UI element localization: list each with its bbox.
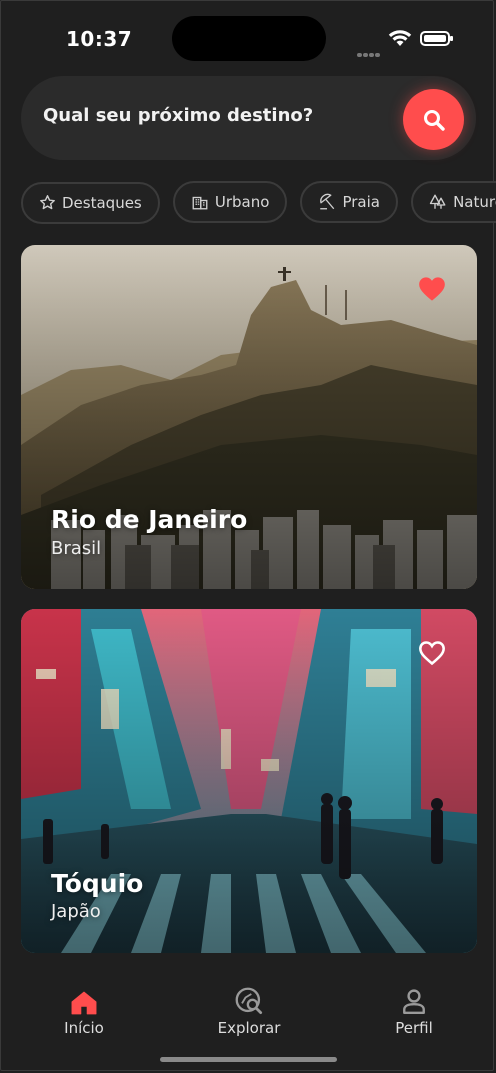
nav-label: Explorar <box>217 1019 281 1037</box>
trees-icon <box>429 194 446 209</box>
home-icon <box>71 991 97 1015</box>
nav-label: Início <box>64 1019 104 1037</box>
chip-urbano[interactable]: Urbano <box>172 181 288 223</box>
destination-card-tokyo[interactable]: Tóquio Japão <box>21 609 477 953</box>
home-indicator[interactable] <box>160 1057 337 1062</box>
favorite-heart-outline-icon[interactable] <box>418 640 446 666</box>
chip-destaques[interactable]: Destaques <box>21 181 160 224</box>
nav-profile[interactable]: Perfil <box>359 983 469 1037</box>
card-title: Tóquio <box>51 869 144 898</box>
user-icon <box>403 989 425 1015</box>
chip-label: Naturez <box>453 193 496 211</box>
chip-label: Destaques <box>62 193 142 212</box>
search-icon <box>423 109 445 131</box>
chip-label: Praia <box>342 193 380 211</box>
chip-label: Urbano <box>214 193 270 211</box>
dynamic-island <box>172 16 326 61</box>
nav-explore[interactable]: Explorar <box>194 983 304 1037</box>
favorite-heart-icon[interactable] <box>418 276 446 302</box>
nav-home[interactable]: Início <box>29 983 139 1037</box>
status-time: 10:37 <box>66 27 133 51</box>
search-bar[interactable]: Qual seu próximo destino? <box>21 76 476 160</box>
card-title: Rio de Janeiro <box>51 505 248 534</box>
nav-label: Perfil <box>395 1019 433 1037</box>
destination-card-rio[interactable]: Rio de Janeiro Brasil <box>21 245 477 589</box>
chip-natureza[interactable]: Naturez <box>411 181 496 223</box>
card-subtitle: Japão <box>51 901 101 922</box>
chip-praia[interactable]: Praia <box>300 181 398 223</box>
signal-icon <box>357 42 381 61</box>
explore-search-icon <box>235 987 263 1015</box>
card-subtitle: Brasil <box>51 538 102 559</box>
category-chips: Destaques Urbano Praia Naturez <box>21 181 496 225</box>
battery-icon <box>420 31 453 46</box>
search-button[interactable] <box>403 89 464 150</box>
star-icon <box>40 195 55 210</box>
wifi-icon <box>388 30 412 46</box>
building-icon <box>192 196 208 210</box>
search-prompt: Qual seu próximo destino? <box>43 105 314 126</box>
beach-icon <box>320 193 335 210</box>
